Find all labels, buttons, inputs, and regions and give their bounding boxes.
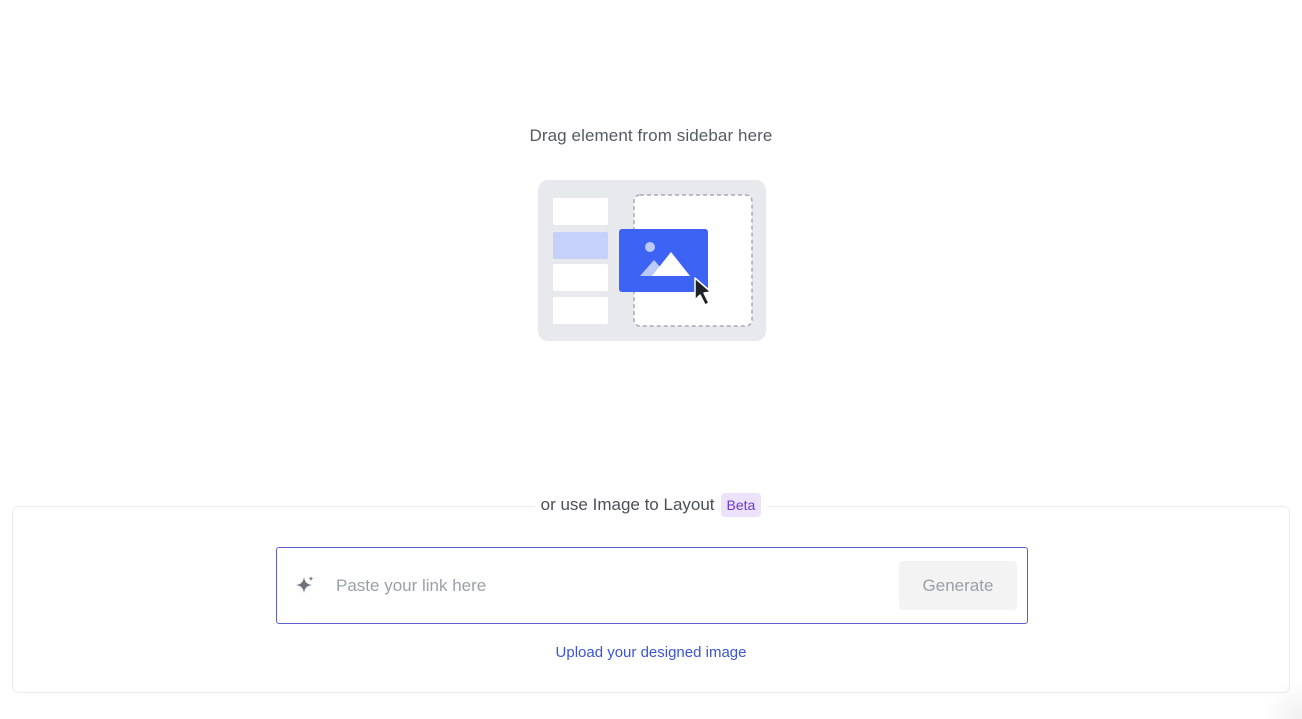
corner-shadow <box>1262 679 1302 719</box>
sidebar-block-3 <box>553 264 608 291</box>
beta-badge: Beta <box>720 493 762 517</box>
upload-image-link[interactable]: Upload your designed image <box>556 644 747 661</box>
sidebar-block-1 <box>553 198 608 225</box>
sidebar-block-4 <box>553 297 608 324</box>
image-sun <box>645 242 655 252</box>
upload-link-row: Upload your designed image <box>0 644 1302 661</box>
generate-button[interactable]: Generate <box>899 561 1017 610</box>
drag-drop-illustration <box>538 180 766 341</box>
image-to-layout-title: or use Image to Layout <box>540 495 715 514</box>
link-input-box: Generate <box>276 547 1028 624</box>
sidebar-block-active <box>553 232 608 259</box>
drop-hint-text: Drag element from sidebar here <box>529 126 773 145</box>
editor-canvas[interactable]: Drag element from sidebar here or use Im… <box>0 0 1302 719</box>
sparkle-icon <box>294 575 316 597</box>
link-input[interactable] <box>336 565 899 606</box>
